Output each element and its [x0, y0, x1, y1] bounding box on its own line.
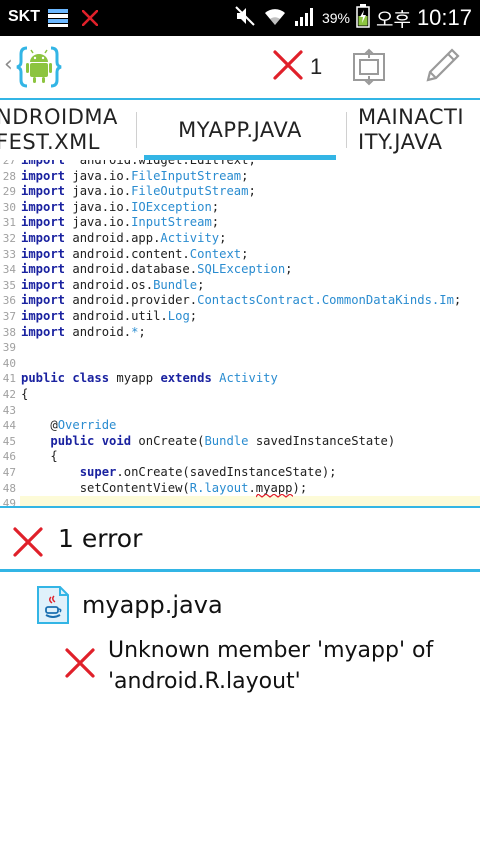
- code-line: public void onCreate(Bundle savedInstanc…: [50, 433, 396, 448]
- code-line: {: [21, 449, 58, 464]
- wrap-toggle-icon: [353, 48, 385, 86]
- tab-androidmanifest[interactable]: NDROIDMA FEST.XML: [0, 100, 128, 160]
- line-number: 37: [2, 310, 16, 323]
- signal-icon: [294, 5, 316, 31]
- tab-mainactivity-java[interactable]: MAINACTI ITY.JAVA: [358, 100, 480, 160]
- tab-label-line2: ITY.JAVA: [358, 130, 443, 154]
- code-line: import android.util.Log;: [21, 309, 198, 323]
- code-line: import java.io.FileInputStream;: [21, 168, 249, 183]
- line-number: 40: [2, 356, 16, 370]
- tab-label: MYAPP.JAVA: [178, 117, 302, 142]
- edit-button[interactable]: [420, 44, 464, 88]
- line-number: 30: [2, 200, 16, 214]
- file-tab-bar: NDROIDMA FEST.XML MYAPP.JAVA MAINACTI IT…: [0, 98, 480, 160]
- tab-label-line2: FEST.XML: [0, 130, 100, 154]
- error-file-row[interactable]: myapp.java: [36, 583, 223, 627]
- error-count: 1: [310, 54, 323, 79]
- code-line: import android.os.Bundle;: [21, 277, 205, 292]
- chevron-left-icon[interactable]: ‹: [4, 52, 13, 77]
- line-number: 48: [2, 481, 16, 495]
- status-right: 39% 오후 10:17: [234, 4, 472, 32]
- x-icon: [81, 9, 99, 30]
- error-squiggle: [255, 493, 293, 498]
- tab-divider: [136, 112, 137, 148]
- line-number: 39: [2, 341, 16, 355]
- line-number: 46: [2, 450, 16, 464]
- status-bar: SKT 39% 오후 10:17: [0, 0, 480, 36]
- tab-label-line1: MAINACTI: [358, 105, 465, 129]
- android-braces-logo[interactable]: [16, 44, 62, 90]
- ampm-label: 오후: [375, 8, 411, 31]
- code-line: import java.io.FileOutputStream;: [21, 184, 256, 199]
- line-number: 44: [2, 419, 16, 433]
- java-file-icon: [36, 585, 70, 625]
- code-line: import android.content.Context;: [21, 246, 249, 261]
- clock: 10:17: [416, 5, 472, 30]
- error-list: myapp.java Unknown member 'myapp' of 'an…: [0, 573, 480, 853]
- code-line: import android.provider.ContactsContract…: [21, 293, 462, 308]
- code-line: {: [21, 387, 29, 401]
- error-count-button[interactable]: 1: [272, 46, 322, 88]
- line-number: 31: [2, 216, 16, 230]
- error-summary-text: 1 error: [58, 524, 143, 553]
- error-message: Unknown member 'myapp' of 'android.R.lay…: [108, 638, 434, 694]
- code-line: public class myapp extends Activity: [21, 371, 278, 386]
- error-x-icon: [64, 647, 96, 679]
- line-number: 41: [2, 372, 16, 386]
- app-bar: ‹ 1: [0, 36, 480, 98]
- code-line: import java.io.InputStream;: [21, 215, 220, 230]
- mute-icon: [234, 5, 256, 31]
- code-editor[interactable]: 27 import android.widget.EditText; 28 impor…: [0, 160, 480, 508]
- line-number: 45: [2, 434, 16, 448]
- line-number: 32: [2, 232, 16, 245]
- line-number: 43: [2, 403, 16, 417]
- line-number: 49: [2, 497, 16, 508]
- battery-icon: [356, 4, 370, 32]
- line-number: 33: [2, 247, 16, 261]
- code-line: @Override: [21, 418, 117, 433]
- pencil-edit-icon: [426, 48, 460, 82]
- error-x-icon: [12, 526, 44, 558]
- line-number: 28: [2, 169, 16, 183]
- error-x-icon: [272, 49, 304, 85]
- current-line-highlight: [20, 496, 480, 506]
- line-number: 38: [2, 325, 16, 339]
- sim-icon: [48, 9, 68, 31]
- line-number: 27: [2, 160, 16, 167]
- code-line: super.onCreate(savedInstanceState);: [79, 465, 337, 479]
- tab-label-line1: NDROIDMA: [0, 105, 118, 129]
- line-number: 36: [2, 294, 16, 308]
- wrap-toggle-button[interactable]: [350, 48, 388, 86]
- code-line: setContentView(R.layout.myapp);: [21, 480, 308, 495]
- code-line: import android.widget.EditText;: [21, 160, 256, 167]
- error-file-name: myapp.java: [82, 591, 223, 619]
- tab-divider: [346, 112, 347, 148]
- line-number: 42: [2, 388, 16, 401]
- line-number: 35: [2, 278, 16, 292]
- code-line: import android.*;: [21, 324, 146, 339]
- code-line: import android.app.Activity;: [21, 231, 227, 245]
- code-line: import java.io.IOException;: [21, 199, 220, 214]
- line-number: 29: [2, 185, 16, 199]
- error-summary[interactable]: 1 error: [0, 510, 480, 572]
- carrier-label: SKT: [8, 8, 40, 25]
- line-number: 34: [2, 263, 16, 277]
- line-number: 47: [2, 466, 16, 479]
- battery-percent: 39%: [321, 10, 350, 26]
- tab-myapp-java[interactable]: MYAPP.JAVA: [144, 100, 336, 160]
- code-line: import android.database.SQLException;: [21, 262, 293, 277]
- wifi-icon: [262, 5, 288, 31]
